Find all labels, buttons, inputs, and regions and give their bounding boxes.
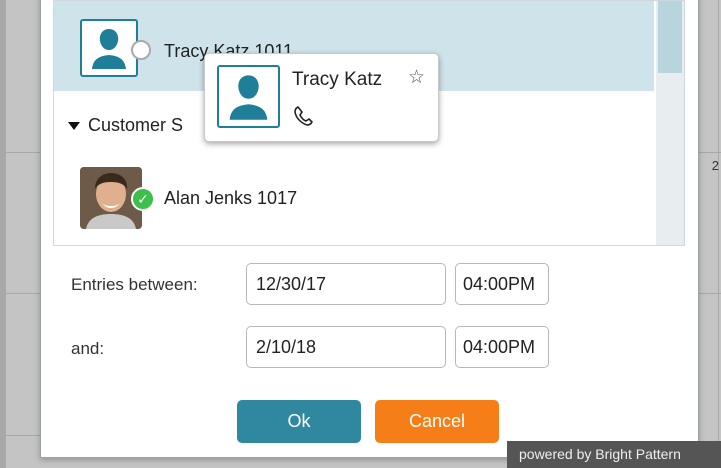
- calendar-gridline: [0, 152, 40, 153]
- start-date-input[interactable]: 12/30/17: [246, 263, 446, 305]
- available-status-icon: ✓: [131, 187, 155, 211]
- person-silhouette-icon: [229, 75, 268, 120]
- end-time-input[interactable]: 04:00PM: [455, 326, 549, 368]
- card-contact-name: Tracy Katz: [292, 69, 383, 90]
- caret-down-icon: [68, 122, 80, 131]
- group-label: Customer S: [88, 115, 184, 135]
- scrollbar-thumb[interactable]: [658, 1, 682, 73]
- calendar-gridline: [0, 293, 40, 294]
- ok-button[interactable]: Ok: [237, 400, 361, 443]
- entries-between-label: Entries between:: [71, 275, 198, 294]
- powered-by-footer: powered by Bright Pattern: [507, 441, 721, 468]
- contact-list-scrollbar[interactable]: [656, 1, 684, 245]
- contact-name: Alan Jenks 1017: [164, 188, 298, 208]
- calendar-gridline: [718, 0, 719, 468]
- avatar: [217, 65, 280, 128]
- star-outline-icon[interactable]: ☆: [408, 66, 425, 89]
- offline-status-icon: [131, 40, 151, 60]
- group-header[interactable]: Customer S: [68, 115, 183, 136]
- cancel-button[interactable]: Cancel: [375, 400, 499, 443]
- avatar: [80, 19, 138, 77]
- calendar-gridline: [0, 435, 40, 436]
- and-label: and:: [71, 339, 105, 358]
- phone-icon[interactable]: [292, 104, 316, 133]
- start-time-input[interactable]: 04:00PM: [455, 263, 549, 305]
- end-date-input[interactable]: 2/10/18: [246, 326, 446, 368]
- contact-hover-card: Tracy Katz ☆: [204, 53, 439, 142]
- calendar-day-number: 2: [711, 158, 719, 173]
- person-silhouette-icon: [92, 29, 126, 69]
- calendar-gridline: [0, 0, 6, 468]
